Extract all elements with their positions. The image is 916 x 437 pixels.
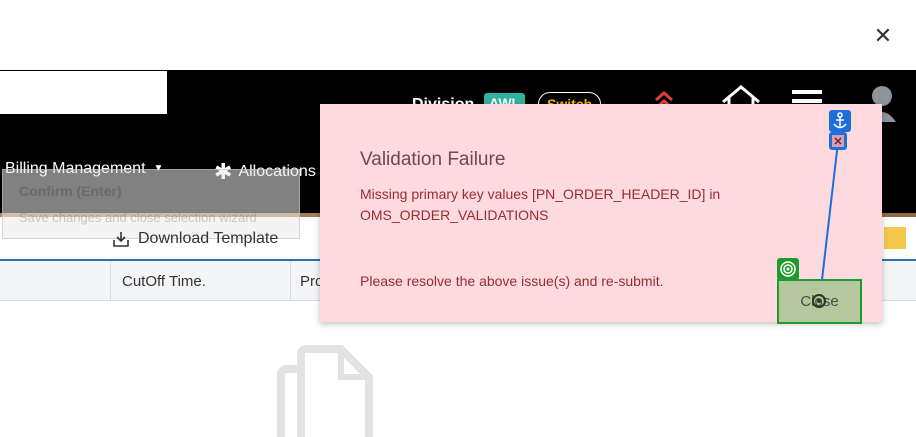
dialog-instruction: Please resolve the above issue(s) and re…	[360, 273, 664, 289]
validation-dialog: Validation Failure Missing primary key v…	[320, 104, 882, 324]
dialog-message: Missing primary key values [PN_ORDER_HEA…	[360, 186, 721, 223]
search-input[interactable]	[0, 71, 167, 114]
page: ✕ Division AWL Switch	[0, 0, 916, 437]
confirm-title: Confirm (Enter)	[19, 183, 122, 199]
close-button[interactable]: Close	[777, 279, 862, 324]
sticky-note-icon[interactable]	[884, 227, 906, 249]
column-separator	[290, 261, 291, 301]
column-header-cutoff[interactable]: CutOff Time.	[122, 273, 206, 290]
download-template-button[interactable]: Download Template	[112, 230, 278, 248]
dialog-title: Validation Failure	[360, 149, 506, 170]
download-template-label: Download Template	[138, 230, 279, 247]
confirm-subtitle: Save changes and close selection wizard	[19, 210, 257, 225]
target-icon	[777, 258, 799, 280]
remove-marker-icon[interactable]	[829, 132, 847, 150]
download-icon	[113, 232, 129, 247]
empty-file-icon	[277, 345, 373, 437]
confirm-tooltip: Confirm (Enter) Save changes and close s…	[2, 169, 300, 239]
column-separator	[110, 261, 111, 301]
close-icon[interactable]: ✕	[872, 26, 894, 48]
anchor-icon	[829, 110, 851, 132]
